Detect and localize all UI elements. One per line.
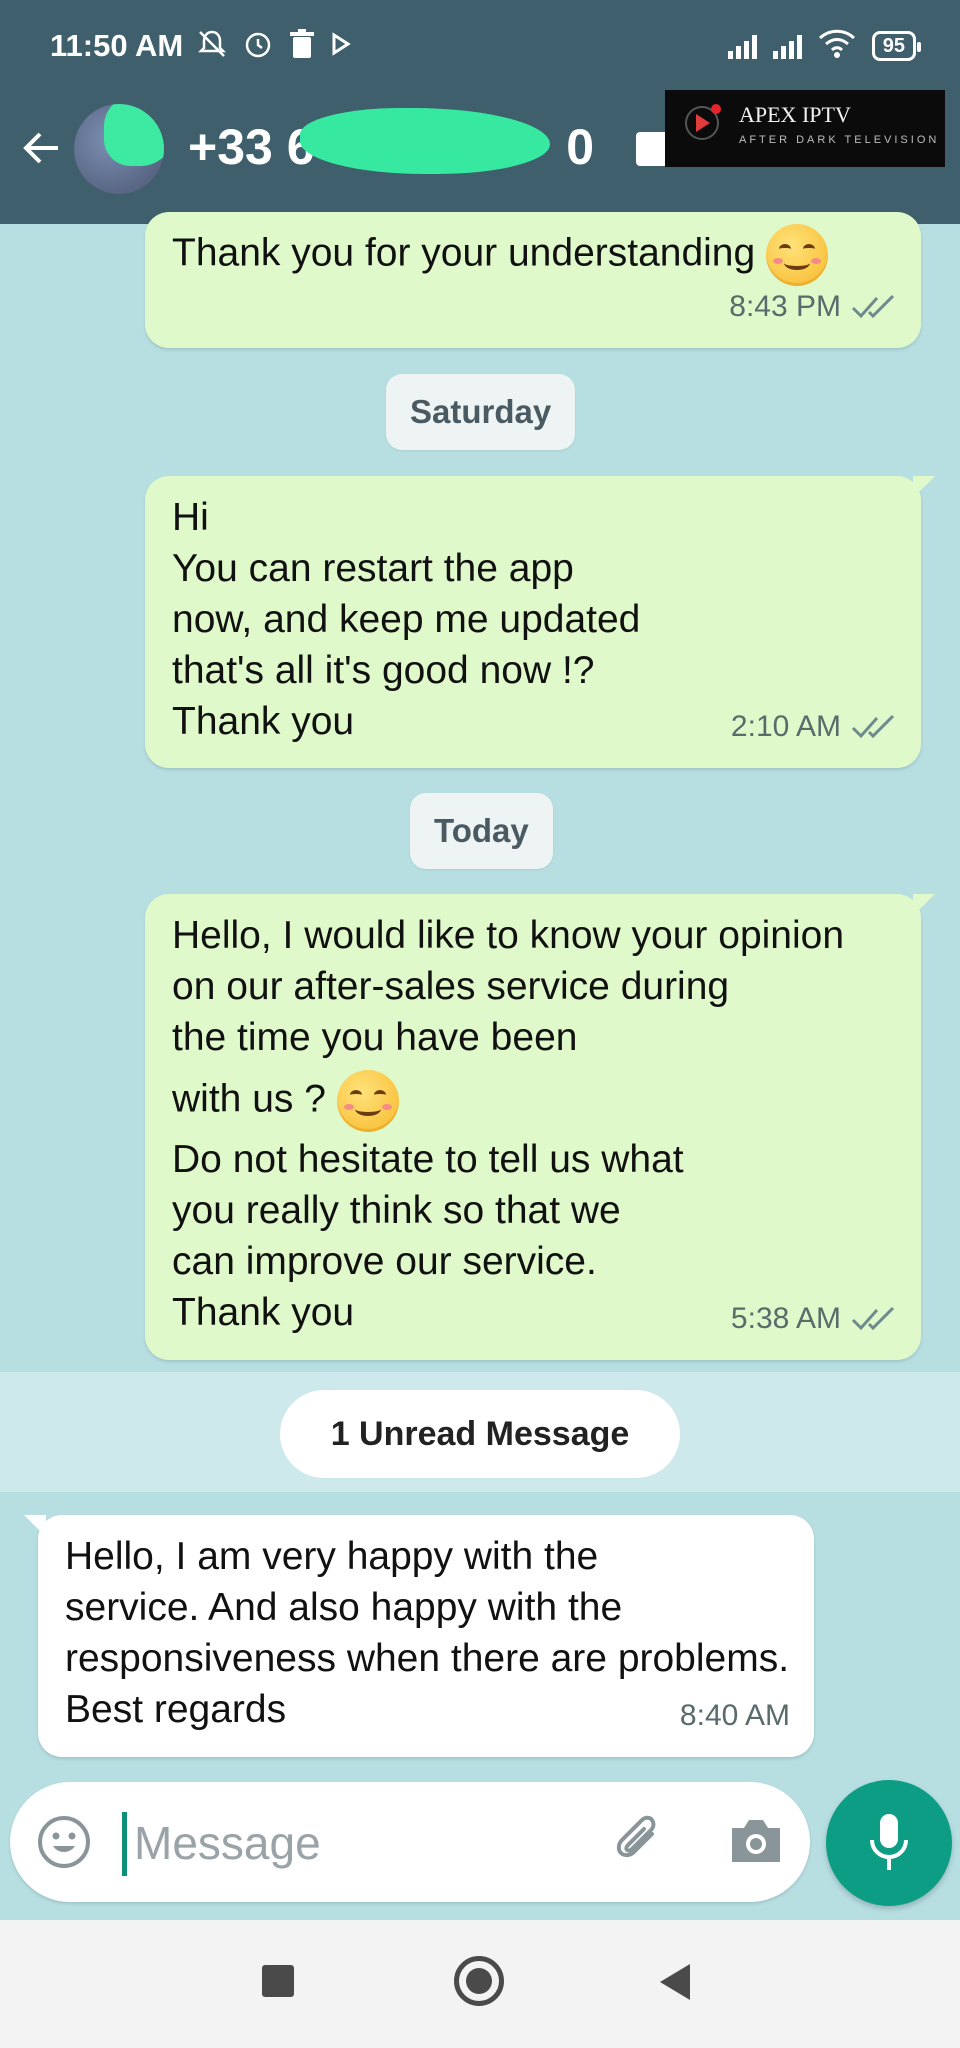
voice-record-button[interactable] — [826, 1780, 952, 1906]
message-bubble-outgoing[interactable]: Hello, I would like to know your opinion… — [145, 894, 935, 1360]
watermark-logo: APEX IPTV AFTER DARK TELEVISION — [665, 90, 945, 167]
date-separator: Saturday — [386, 374, 576, 450]
message-text: Hi You can restart the app now, and keep… — [172, 496, 641, 743]
status-right: 95 — [727, 28, 922, 63]
composer — [10, 1782, 810, 1902]
message-input[interactable] — [134, 1808, 584, 1878]
message-bubble-outgoing[interactable]: Thank you for your understanding 8:43 PM — [145, 212, 921, 348]
top-bar: 11:50 AM 95 +33 6 30 APEX IPTV AFTER DAR… — [0, 0, 960, 224]
double-check-icon — [851, 294, 895, 318]
message-time: 2:10 AM — [730, 710, 841, 743]
arrow-left-icon — [23, 132, 58, 164]
smiling-face-emoji-icon — [336, 1070, 399, 1132]
smiling-face-emoji-icon — [766, 224, 829, 286]
emoji-button[interactable] — [36, 1814, 92, 1870]
trash-icon — [288, 28, 316, 65]
double-check-icon — [851, 714, 895, 738]
emoji-icon — [38, 1816, 90, 1868]
mute-notification-icon — [196, 28, 228, 65]
unread-message-indicator: 1 Unread Message — [280, 1390, 680, 1478]
status-icons — [196, 28, 352, 65]
message-text-part-1: Hello, I would like to know your opinion… — [172, 914, 845, 1059]
date-separator: Today — [410, 793, 553, 869]
message-text-part-3: Do not hesitate to tell us what you real… — [172, 1138, 684, 1334]
message-bubble-outgoing[interactable]: Hi You can restart the app now, and keep… — [145, 476, 935, 768]
battery-indicator: 95 — [871, 30, 922, 61]
avatar[interactable] — [74, 104, 164, 194]
camera-icon — [732, 1820, 780, 1862]
wifi-icon — [818, 28, 856, 63]
signal-icon — [727, 33, 757, 59]
message-bubble-incoming[interactable]: Hello, I am very happy with the service.… — [24, 1515, 814, 1757]
home-button[interactable] — [454, 1956, 504, 2006]
logo-subtitle: AFTER DARK TELEVISION — [739, 134, 940, 146]
camera-button[interactable] — [726, 1816, 786, 1868]
play-logo-icon — [685, 104, 721, 140]
logo-title: APEX IPTV — [739, 102, 851, 127]
attach-button[interactable] — [610, 1812, 670, 1872]
double-check-icon — [851, 1306, 895, 1330]
message-text: Thank you for your understanding — [172, 231, 756, 275]
signal-icon-2 — [772, 33, 802, 59]
alarm-icon — [242, 28, 274, 65]
back-nav-button[interactable] — [660, 1964, 690, 2000]
microphone-icon — [870, 1814, 908, 1870]
play-icon — [330, 31, 352, 62]
message-text-part-2: with us ? — [172, 1077, 326, 1121]
message-time: 8:43 PM — [729, 290, 841, 323]
text-cursor — [122, 1812, 127, 1876]
system-nav-bar — [0, 1920, 960, 2048]
status-time: 11:50 AM — [50, 28, 184, 63]
paperclip-icon — [616, 1815, 656, 1858]
message-time: 5:38 AM — [730, 1302, 841, 1335]
back-button[interactable] — [18, 124, 66, 172]
message-time: 8:40 AM — [679, 1699, 790, 1732]
recent-apps-button[interactable] — [262, 1965, 294, 1997]
